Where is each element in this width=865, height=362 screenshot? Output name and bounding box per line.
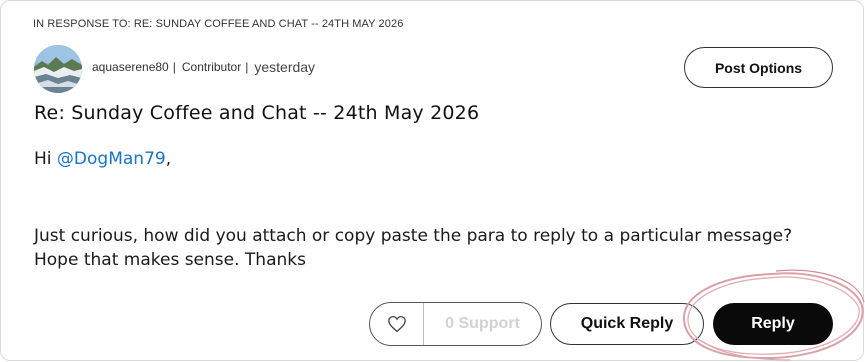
body-paragraph: Just curious, how did you attach or copy… (34, 226, 793, 270)
greeting-prefix: Hi (34, 149, 57, 169)
separator: | (245, 60, 249, 74)
in-response-to-link[interactable]: IN RESPONSE TO: RE: SUNDAY COFFEE AND CH… (33, 18, 403, 30)
post-subject: Re: Sunday Coffee and Chat -- 24th May 2… (34, 102, 480, 124)
author-role: Contributor (181, 60, 242, 74)
support-count: 0 Support (445, 315, 520, 332)
post-options-button[interactable]: Post Options (684, 47, 833, 88)
support-control: 0 Support (369, 302, 542, 346)
post-body: Hi @DogMan79, Just curious, how did you … (34, 147, 834, 272)
heart-icon[interactable] (370, 303, 424, 345)
avatar-image (34, 45, 82, 93)
author-username[interactable]: aquaserene80 (92, 60, 169, 74)
quick-reply-button[interactable]: Quick Reply (550, 303, 704, 345)
greeting-suffix: , (165, 149, 172, 169)
mention-link[interactable]: @DogMan79 (57, 149, 166, 169)
author-line: aquaserene80 | Contributor | yesterday (92, 59, 315, 75)
avatar[interactable] (34, 45, 82, 93)
post-card: IN RESPONSE TO: RE: SUNDAY COFFEE AND CH… (0, 0, 864, 361)
greeting-line: Hi @DogMan79, (34, 147, 834, 171)
separator: | (172, 60, 176, 74)
reply-button[interactable]: Reply (713, 303, 833, 345)
post-time: yesterday (254, 59, 316, 75)
